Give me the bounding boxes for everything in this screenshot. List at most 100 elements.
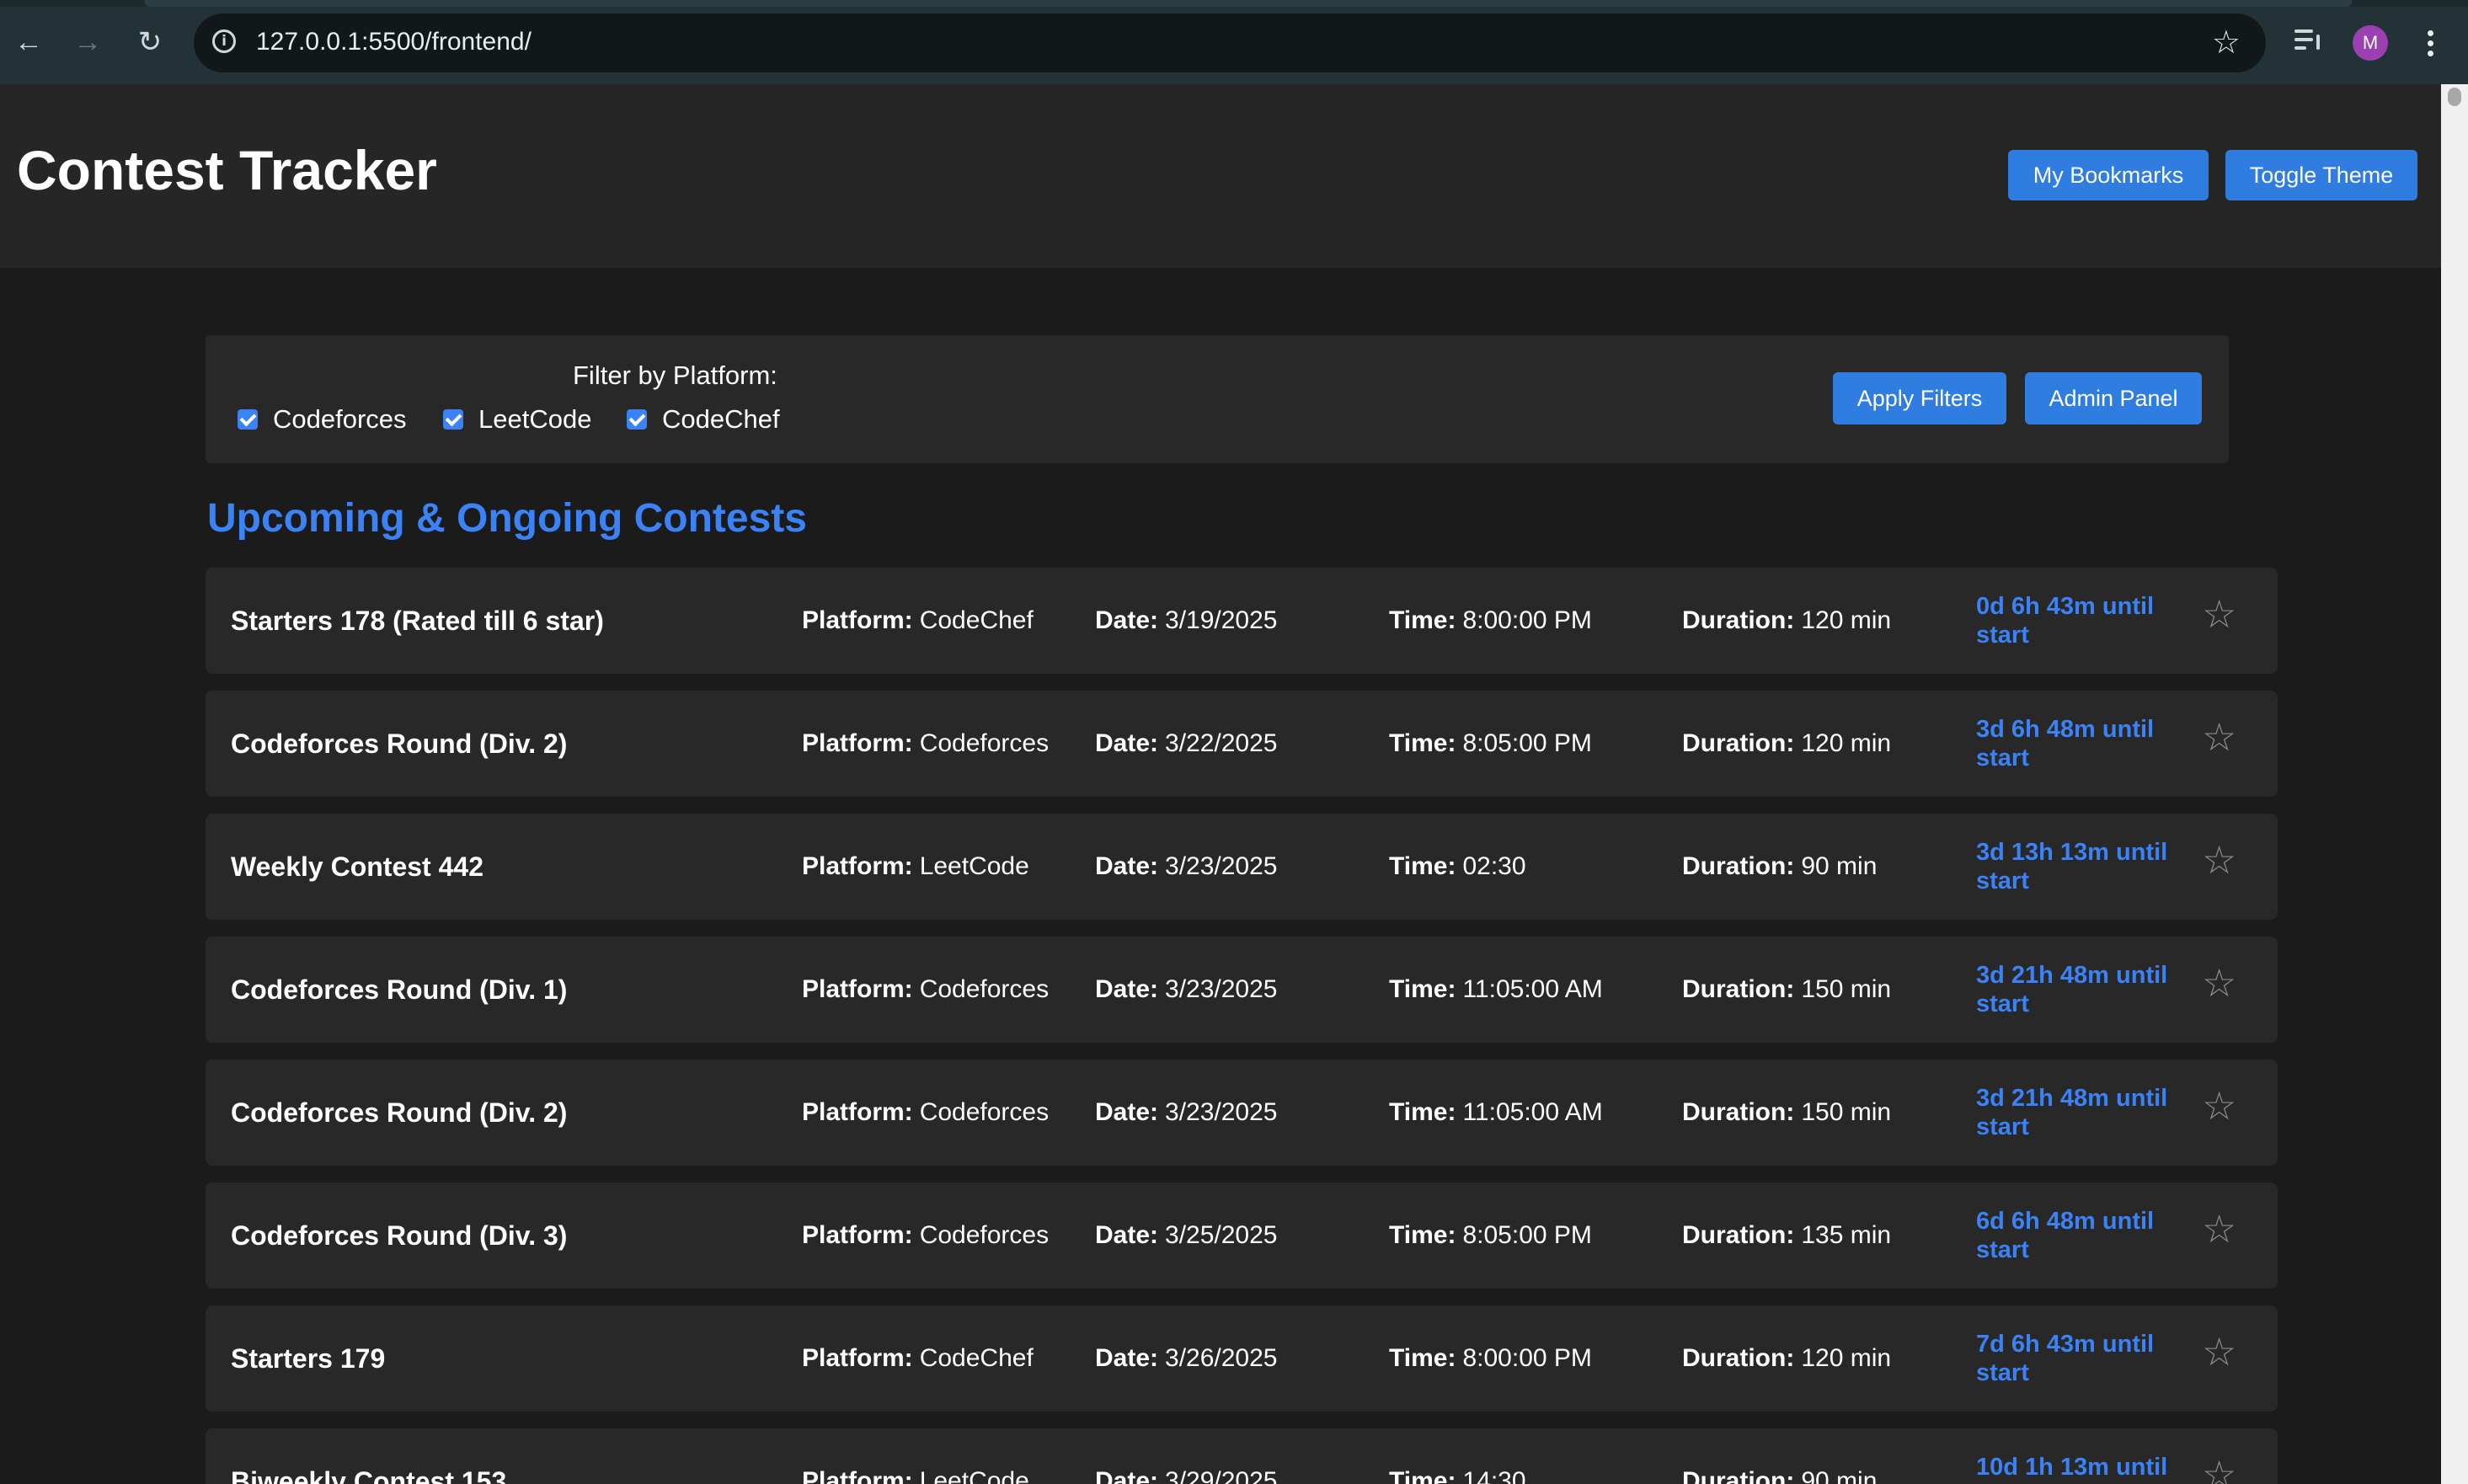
leetcode-checkbox[interactable]: [443, 409, 463, 430]
contest-name: Codeforces Round (Div. 1): [231, 974, 568, 1005]
date-label: Date:: [1095, 729, 1159, 757]
platform-label: Platform:: [802, 606, 913, 634]
time-value: 11:05:00 AM: [1462, 1098, 1603, 1126]
contest-date: Date: 3/23/2025: [1095, 814, 1277, 920]
date-value: 3/19/2025: [1165, 606, 1278, 634]
time-label: Time:: [1389, 1467, 1456, 1484]
platform-value: CodeChef: [919, 606, 1034, 634]
address-bar[interactable]: i 127.0.0.1:5500/frontend/ ☆: [194, 13, 2266, 72]
platform-label: Platform:: [802, 975, 913, 1003]
duration-value: 90 min: [1801, 1467, 1878, 1484]
time-value: 8:05:00 PM: [1462, 729, 1592, 757]
contest-countdown: 3d 13h 13m until start: [1976, 839, 2168, 894]
active-tab[interactable]: [145, 0, 2352, 7]
contest-date: Date: 3/22/2025: [1095, 691, 1277, 797]
time-label: Time:: [1389, 606, 1456, 634]
media-controls-icon[interactable]: [2291, 23, 2326, 58]
bookmark-star-icon[interactable]: ☆: [2202, 1452, 2236, 1484]
date-label: Date:: [1095, 606, 1159, 634]
contest-countdown: 3d 21h 48m until start: [1976, 962, 2168, 1017]
contest-countdown: 0d 6h 43m until start: [1976, 593, 2155, 649]
contest-name: Starters 179: [231, 1343, 386, 1374]
platform-value: Codeforces: [919, 1098, 1050, 1126]
date-value: 3/29/2025: [1165, 1467, 1278, 1484]
admin-panel-button[interactable]: Admin Panel: [2025, 372, 2202, 424]
duration-value: 90 min: [1801, 852, 1878, 880]
bookmark-star-icon[interactable]: ☆: [2202, 1206, 2236, 1252]
contest-card: Starters 178 (Rated till 6 star) Platfor…: [206, 568, 2278, 674]
scrollbar-thumb[interactable]: [2448, 88, 2461, 106]
contest-countdown: 6d 6h 48m until start: [1976, 1208, 2155, 1263]
contest-date: Date: 3/26/2025: [1095, 1305, 1277, 1412]
time-value: 8:00:00 PM: [1462, 1344, 1592, 1372]
duration-value: 120 min: [1801, 1344, 1892, 1372]
profile-avatar[interactable]: M: [2353, 25, 2388, 61]
duration-label: Duration:: [1682, 729, 1795, 757]
contest-card: Weekly Contest 442 Platform: LeetCode Dat…: [206, 814, 2278, 920]
apply-filters-button[interactable]: Apply Filters: [1833, 372, 2006, 424]
page-title: Contest Tracker: [17, 139, 437, 201]
section-title: Upcoming & Ongoing Contests: [207, 496, 807, 541]
filter-codechef-label: CodeChef: [662, 404, 780, 434]
contest-name: Biweekly Contest 153: [231, 1465, 507, 1484]
bookmark-star-icon[interactable]: ☆: [2202, 1083, 2236, 1129]
codeforces-checkbox[interactable]: [238, 409, 258, 430]
date-label: Date:: [1095, 1098, 1159, 1126]
site-info-icon[interactable]: i: [212, 29, 236, 53]
contest-time: Time: 02:30: [1389, 814, 1526, 920]
back-icon[interactable]: ←: [7, 20, 51, 64]
platform-value: Codeforces: [919, 729, 1050, 757]
time-label: Time:: [1389, 1221, 1456, 1249]
contest-time: Time: 8:00:00 PM: [1389, 568, 1592, 674]
contest-date: Date: 3/29/2025: [1095, 1428, 1277, 1484]
contest-name: Weekly Contest 442: [231, 851, 483, 882]
contest-card: Codeforces Round (Div. 1) Platform: Codef…: [206, 937, 2278, 1043]
filter-leetcode[interactable]: LeetCode: [443, 403, 591, 436]
codechef-checkbox[interactable]: [627, 409, 647, 430]
tab-strip: [0, 0, 2468, 7]
forward-icon[interactable]: →: [66, 20, 110, 64]
bookmark-star-icon[interactable]: ☆: [2202, 714, 2236, 760]
platform-label: Platform:: [802, 1344, 913, 1372]
filter-codeforces[interactable]: Codeforces: [238, 403, 407, 436]
my-bookmarks-button[interactable]: My Bookmarks: [2008, 150, 2209, 200]
contest-duration: Duration: 120 min: [1682, 691, 1891, 797]
duration-label: Duration:: [1682, 1221, 1795, 1249]
duration-label: Duration:: [1682, 852, 1795, 880]
page-scrollbar[interactable]: [2441, 84, 2468, 1484]
contest-duration: Duration: 120 min: [1682, 1305, 1891, 1412]
date-value: 3/23/2025: [1165, 1098, 1278, 1126]
duration-label: Duration:: [1682, 1098, 1795, 1126]
date-label: Date:: [1095, 975, 1159, 1003]
url-text[interactable]: 127.0.0.1:5500/frontend/: [256, 28, 532, 56]
contest-platform: Platform: CodeChef: [802, 1305, 1034, 1412]
reload-icon[interactable]: ↻: [128, 20, 172, 64]
contest-name: Codeforces Round (Div. 2): [231, 728, 568, 759]
contest-name: Codeforces Round (Div. 3): [231, 1220, 568, 1251]
time-value: 14:30: [1462, 1467, 1526, 1484]
time-label: Time:: [1389, 975, 1456, 1003]
platform-label: Platform:: [802, 729, 913, 757]
bookmark-star-icon[interactable]: ☆: [2212, 24, 2241, 61]
contest-countdown: 7d 6h 43m until start: [1976, 1331, 2155, 1386]
bookmark-star-icon[interactable]: ☆: [2202, 1329, 2236, 1375]
contest-platform: Platform: Codeforces: [802, 937, 1049, 1043]
filter-codeforces-label: Codeforces: [273, 404, 407, 434]
duration-value: 120 min: [1801, 606, 1892, 634]
browser-menu-icon[interactable]: [2417, 22, 2443, 64]
contest-time: Time: 8:05:00 PM: [1389, 691, 1592, 797]
date-value: 3/23/2025: [1165, 852, 1278, 880]
bookmark-star-icon[interactable]: ☆: [2202, 837, 2236, 883]
time-value: 8:00:00 PM: [1462, 606, 1592, 634]
platform-label: Platform:: [802, 1098, 913, 1126]
bookmark-star-icon[interactable]: ☆: [2202, 591, 2236, 637]
bookmark-star-icon[interactable]: ☆: [2202, 960, 2236, 1006]
contest-date: Date: 3/25/2025: [1095, 1182, 1277, 1289]
filter-codechef[interactable]: CodeChef: [627, 403, 780, 436]
duration-label: Duration:: [1682, 975, 1795, 1003]
toggle-theme-button[interactable]: Toggle Theme: [2225, 150, 2417, 200]
date-label: Date:: [1095, 1467, 1159, 1484]
contest-duration: Duration: 90 min: [1682, 1428, 1877, 1484]
page-viewport: Contest Tracker My Bookmarks Toggle Them…: [0, 84, 2441, 1484]
site-header: Contest Tracker My Bookmarks Toggle Them…: [0, 84, 2441, 268]
